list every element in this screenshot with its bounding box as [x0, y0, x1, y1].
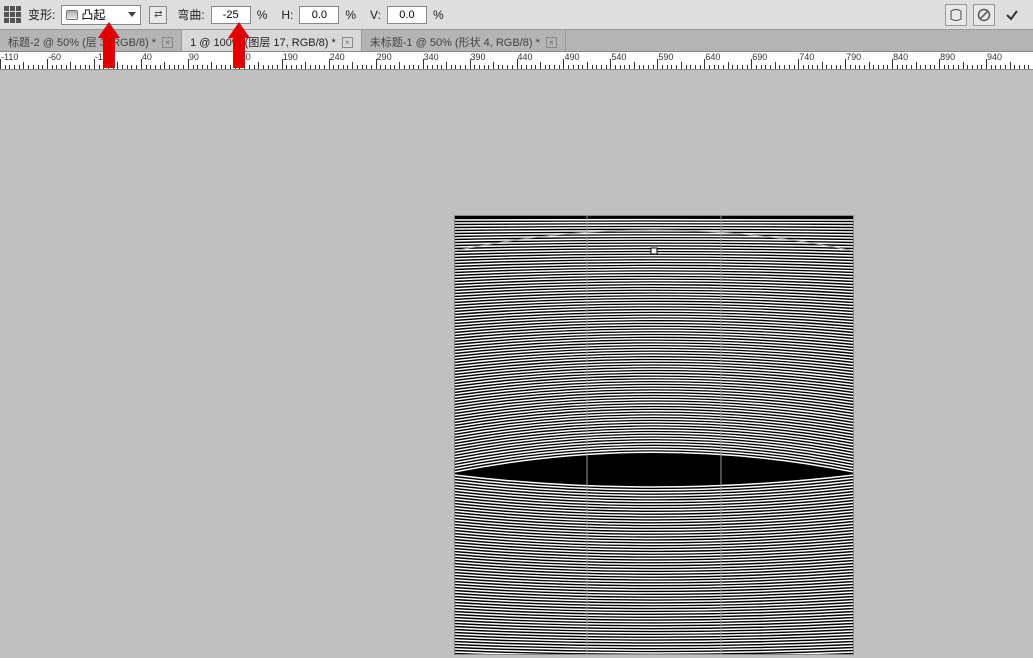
v-label: V:	[368, 8, 383, 22]
warp-style-value: 凸起	[81, 6, 105, 23]
ruler-label: 890	[940, 52, 955, 62]
ruler-label: 590	[658, 52, 673, 62]
ruler-label: 440	[518, 52, 533, 62]
canvas-area[interactable]	[0, 70, 1033, 654]
tab-label: 未标题-1 @ 50% (形状 4, RGB/8) *	[370, 34, 540, 50]
annotation-arrow-0	[98, 22, 120, 68]
horizontal-ruler: -110-60-10409014019024029034039044049054…	[0, 52, 1033, 70]
v-percent: %	[431, 8, 446, 22]
ruler-label: -60	[48, 52, 61, 62]
v-input[interactable]	[387, 6, 427, 24]
bend-percent: %	[255, 8, 270, 22]
h-input[interactable]	[299, 6, 339, 24]
document-tab-0[interactable]: 标题-2 @ 50% (层 3, RGB/8) * ×	[0, 30, 182, 51]
chevron-down-icon	[128, 12, 136, 17]
cancel-icon[interactable]	[973, 4, 995, 26]
ruler-label: 690	[752, 52, 767, 62]
tab-close-icon[interactable]: ×	[546, 37, 557, 48]
bulge-icon	[66, 10, 78, 20]
ruler-label: 240	[330, 52, 345, 62]
tab-close-icon[interactable]: ×	[342, 37, 353, 48]
ruler-label: 490	[564, 52, 579, 62]
options-bar: 变形: 凸起 ⇄ 弯曲: % H: % V: %	[0, 0, 1033, 30]
tab-label: 1 @ 100% (图层 17, RGB/8) *	[190, 34, 336, 50]
tab-label: 标题-2 @ 50% (层 3, RGB/8) *	[8, 34, 156, 50]
bend-input[interactable]	[211, 6, 251, 24]
warp-label: 变形:	[26, 6, 57, 23]
bend-label: 弯曲:	[175, 6, 206, 23]
ruler-label: 840	[893, 52, 908, 62]
warped-layer[interactable]	[454, 215, 854, 655]
ruler-label: 190	[283, 52, 298, 62]
tab-close-icon[interactable]: ×	[162, 37, 173, 48]
document-tabs: 标题-2 @ 50% (层 3, RGB/8) *×1 @ 100% (图层 1…	[0, 30, 1033, 52]
ruler-label: 540	[611, 52, 626, 62]
ruler-label: 640	[705, 52, 720, 62]
ruler-label: 340	[424, 52, 439, 62]
warp-mode-icon[interactable]	[945, 4, 967, 26]
h-percent: %	[343, 8, 358, 22]
warp-grid-icon[interactable]	[4, 6, 22, 24]
document-tab-1[interactable]: 1 @ 100% (图层 17, RGB/8) * ×	[182, 30, 362, 51]
ruler-label: 790	[846, 52, 861, 62]
h-label: H:	[279, 8, 295, 22]
ruler-label: 40	[142, 52, 152, 62]
ruler-label: 390	[471, 52, 486, 62]
ruler-label: 90	[189, 52, 199, 62]
annotation-arrow-1	[228, 22, 250, 68]
orientation-toggle[interactable]: ⇄	[149, 6, 167, 24]
document-tab-2[interactable]: 未标题-1 @ 50% (形状 4, RGB/8) * ×	[362, 30, 566, 51]
ruler-label: 290	[377, 52, 392, 62]
commit-icon[interactable]	[1001, 4, 1023, 26]
ruler-label: 940	[987, 52, 1002, 62]
ruler-label: -110	[1, 52, 18, 62]
ruler-label: 740	[799, 52, 814, 62]
